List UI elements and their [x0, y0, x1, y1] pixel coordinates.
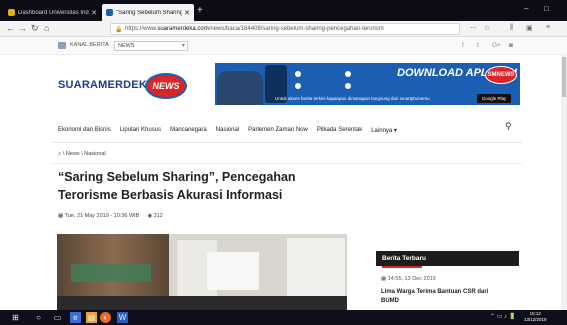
banner-brand-logo: SMNEWS — [485, 66, 517, 84]
menu-item-liputan[interactable]: Liputan Khusus — [120, 127, 161, 134]
article-date: ▦ Tue, 21 May 2019 - 10:36 WIB — [58, 213, 140, 219]
menu-item-nasional[interactable]: Nasional — [216, 127, 239, 134]
back-icon[interactable]: ← — [6, 23, 15, 33]
browser-tab-dashboard[interactable]: Dashboard Universitas Indonesi ✕ — [4, 4, 101, 21]
firefox-icon[interactable]: ◐ — [100, 312, 111, 323]
facebook-icon[interactable]: f — [462, 42, 464, 49]
tab-title: "Saring Sebelum Sharing", Penc — [116, 9, 183, 16]
word-icon[interactable]: W — [117, 312, 128, 323]
library-icon[interactable]: ⫼ — [510, 24, 513, 32]
system-tray-icons[interactable]: ⌃ ▭ ♪ 🔋 — [490, 313, 516, 320]
kanal-selected-value: NEWS — [118, 43, 135, 49]
menu-item-parlemen[interactable]: Parlemen Zaman Now — [248, 127, 308, 134]
windows-start-icon[interactable]: ⊞ — [10, 312, 21, 323]
taskbar-clock[interactable]: 15:12 13/12/2019 — [524, 311, 547, 323]
article-title: “Saring Sebelum Sharing”, Pencegahan Ter… — [58, 170, 296, 202]
chevron-down-icon: ▾ — [181, 43, 185, 49]
feature-icon — [295, 83, 301, 89]
tab-favicon-icon — [8, 9, 15, 16]
site-logo[interactable]: SUARAMERDEKA — [58, 79, 155, 91]
breadcrumb: ⌂ \ News \ Nasional — [58, 151, 106, 157]
bookmark-star-icon[interactable]: ☆ — [484, 24, 490, 32]
kanal-icon — [58, 42, 66, 49]
site-logo-badge[interactable]: NEWS — [145, 73, 187, 99]
article-views: ◉ 312 — [147, 213, 163, 219]
new-tab-button[interactable]: + — [197, 5, 203, 16]
breadcrumb-text[interactable]: \ News \ Nasional — [63, 151, 106, 157]
lock-icon: 🔒 — [115, 27, 123, 33]
feature-icon — [295, 71, 301, 77]
task-view-icon[interactable]: ▭ — [52, 312, 63, 323]
home-icon[interactable]: ⌂ — [44, 23, 49, 33]
kanal-bar: KANAL BERITA NEWS ▾ f t G+ ◙ — [0, 37, 567, 55]
more-icon[interactable]: ⋯ — [470, 24, 477, 32]
sidebar-icon[interactable]: ▣ — [526, 24, 533, 32]
scrollbar-thumb[interactable] — [562, 57, 566, 97]
kanal-select[interactable]: NEWS ▾ — [114, 41, 188, 51]
close-tab-icon[interactable]: ✕ — [91, 9, 97, 17]
sidebar-item-date: ▦ 14:55, 13 Dec 2019 — [381, 276, 436, 282]
article-meta: ▦ Tue, 21 May 2019 - 10:36 WIB ◉ 312 — [58, 213, 163, 219]
page-scrollbar[interactable] — [561, 55, 567, 310]
close-tab-icon[interactable]: ✕ — [184, 9, 190, 17]
search-icon[interactable]: ○ — [33, 312, 44, 323]
twitter-icon[interactable]: t — [477, 42, 479, 49]
tab-favicon-icon — [106, 9, 113, 16]
sidebar-heading: Berita Terbaru — [376, 251, 519, 268]
banner-tagline: Untuk akses berita terkini kapanpun dima… — [275, 96, 430, 101]
feature-icon — [345, 71, 351, 77]
url-host: suaramerdeka.com — [157, 26, 209, 32]
browser-tab-article[interactable]: "Saring Sebelum Sharing", Penc ✕ — [102, 4, 194, 21]
browser-navbar: ← → ↻ ⌂ 🔒 https://www. suaramerdeka.com/n… — [0, 21, 567, 37]
reload-icon[interactable]: ↻ — [31, 23, 39, 34]
menu-item-lainnya[interactable]: Lainnya ▾ — [371, 127, 397, 134]
divider — [52, 142, 522, 143]
banner-people-image — [217, 71, 263, 105]
kanal-label: KANAL BERITA — [70, 42, 109, 48]
menu-item-ekonomi[interactable]: Ekonomi dan Bisnis — [58, 127, 111, 134]
tab-title: Dashboard Universitas Indonesi — [18, 9, 89, 16]
browser-tab-strip: Dashboard Universitas Indonesi ✕ "Saring… — [0, 0, 567, 21]
url-bar[interactable]: 🔒 https://www. suaramerdeka.com/news/baca… — [110, 23, 460, 35]
file-explorer-icon[interactable]: ▤ — [86, 312, 97, 323]
search-icon[interactable]: ⚲ — [505, 121, 512, 132]
url-prefix: https://www. — [125, 26, 158, 32]
google-plus-icon[interactable]: G+ — [492, 42, 501, 49]
article-photo — [57, 234, 347, 310]
menu-icon[interactable]: ≡ — [546, 24, 550, 31]
url-path: /news/baca/184409/saring-sebelum-sharing… — [208, 26, 384, 32]
edge-icon[interactable]: e — [70, 312, 81, 323]
sidebar-item-title[interactable]: Lima Warga Terima Bantuan CSR dari BUMD — [381, 288, 501, 306]
windows-taskbar: ⊞ ○ ▭ e ▤ ◐ W ⌃ ▭ ♪ 🔋 15:12 13/12/2019 — [0, 310, 567, 325]
feature-icon — [345, 83, 351, 89]
menu-item-mancanegara[interactable]: Mancanegara — [170, 127, 207, 134]
google-play-badge[interactable]: Google Play — [477, 94, 511, 103]
rss-icon[interactable]: ◙ — [509, 42, 513, 49]
forward-icon[interactable]: → — [18, 23, 27, 33]
download-app-banner[interactable]: DOWNLOAD APLIKASI SMNEWS Untuk akses ber… — [215, 63, 520, 105]
maximize-icon[interactable]: □ — [544, 4, 549, 13]
divider — [52, 163, 522, 164]
home-icon[interactable]: ⌂ — [58, 151, 61, 157]
main-menu: Ekonomi dan Bisnis Liputan Khusus Mancan… — [58, 127, 397, 134]
minimize-icon[interactable]: – — [524, 4, 528, 13]
menu-item-pilkada[interactable]: Pilkada Serentak — [317, 127, 362, 134]
